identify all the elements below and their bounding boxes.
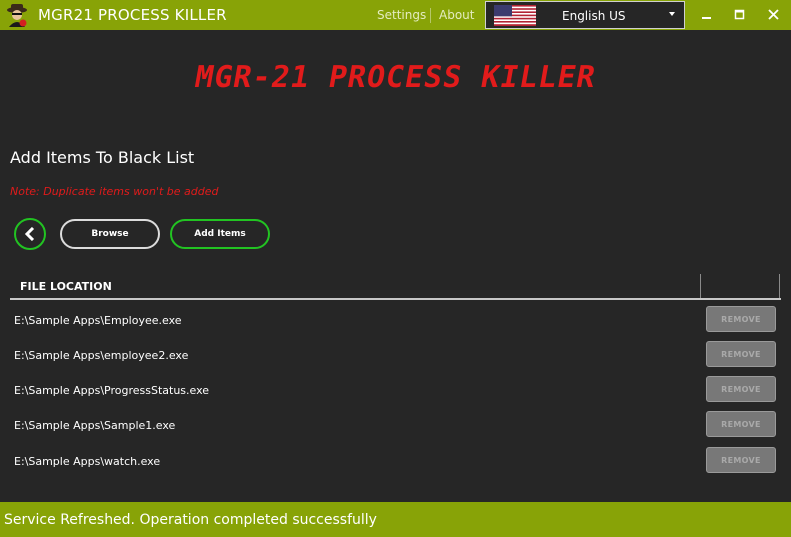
- file-path: E:\Sample Apps\ProgressStatus.exe: [14, 384, 210, 397]
- file-path: E:\Sample Apps\watch.exe: [14, 455, 161, 468]
- table-row: E:\Sample Apps\employee2.exe REMOVE: [10, 340, 781, 375]
- file-location-header[interactable]: FILE LOCATION: [20, 280, 112, 293]
- close-button[interactable]: [757, 0, 791, 30]
- maximize-button[interactable]: [723, 0, 757, 30]
- maximize-icon: [734, 9, 745, 20]
- about-link[interactable]: About: [439, 8, 474, 22]
- close-icon: [768, 9, 779, 20]
- table-row: E:\Sample Apps\watch.exe REMOVE: [10, 446, 781, 481]
- remove-button[interactable]: REMOVE: [706, 306, 776, 332]
- minimize-icon: [702, 17, 711, 19]
- status-message: Service Refreshed. Operation completed s…: [4, 512, 377, 528]
- remove-button[interactable]: REMOVE: [706, 341, 776, 367]
- remove-button[interactable]: REMOVE: [706, 376, 776, 402]
- file-path: E:\Sample Apps\Sample1.exe: [14, 419, 176, 432]
- app-icon: [4, 2, 30, 28]
- file-path: E:\Sample Apps\Employee.exe: [14, 314, 182, 327]
- header-underline: [10, 298, 781, 300]
- add-items-button[interactable]: Add Items: [170, 219, 270, 249]
- link-divider: [430, 8, 431, 23]
- status-bar: Service Refreshed. Operation completed s…: [0, 502, 791, 537]
- file-path: E:\Sample Apps\employee2.exe: [14, 349, 189, 362]
- back-button[interactable]: [14, 218, 46, 250]
- duplicate-note: Note: Duplicate items won't be added: [10, 185, 219, 198]
- us-flag-icon: [494, 5, 536, 26]
- page-heading: Add Items To Black List: [10, 148, 195, 167]
- table-row: E:\Sample Apps\ProgressStatus.exe REMOVE: [10, 375, 781, 410]
- table-row: E:\Sample Apps\Sample1.exe REMOVE: [10, 410, 781, 445]
- remove-button[interactable]: REMOVE: [706, 411, 776, 437]
- settings-link[interactable]: Settings: [377, 8, 426, 22]
- language-label: English US: [562, 9, 626, 23]
- language-select[interactable]: English US: [485, 1, 685, 29]
- browse-button[interactable]: Browse: [60, 219, 160, 249]
- back-arrow-icon: [24, 227, 35, 241]
- minimize-button[interactable]: [689, 0, 723, 30]
- table-header: [10, 274, 781, 300]
- column-divider: [779, 274, 780, 298]
- dropdown-arrow-icon: [669, 12, 675, 16]
- app-title: MGR21 PROCESS KILLER: [38, 6, 227, 24]
- remove-button[interactable]: REMOVE: [706, 447, 776, 473]
- title-bar: MGR21 PROCESS KILLER Settings About Engl…: [0, 0, 791, 30]
- logo-title: MGR-21 PROCESS KILLER: [192, 60, 599, 95]
- table-row: E:\Sample Apps\Employee.exe REMOVE: [10, 305, 781, 340]
- column-divider: [700, 274, 701, 298]
